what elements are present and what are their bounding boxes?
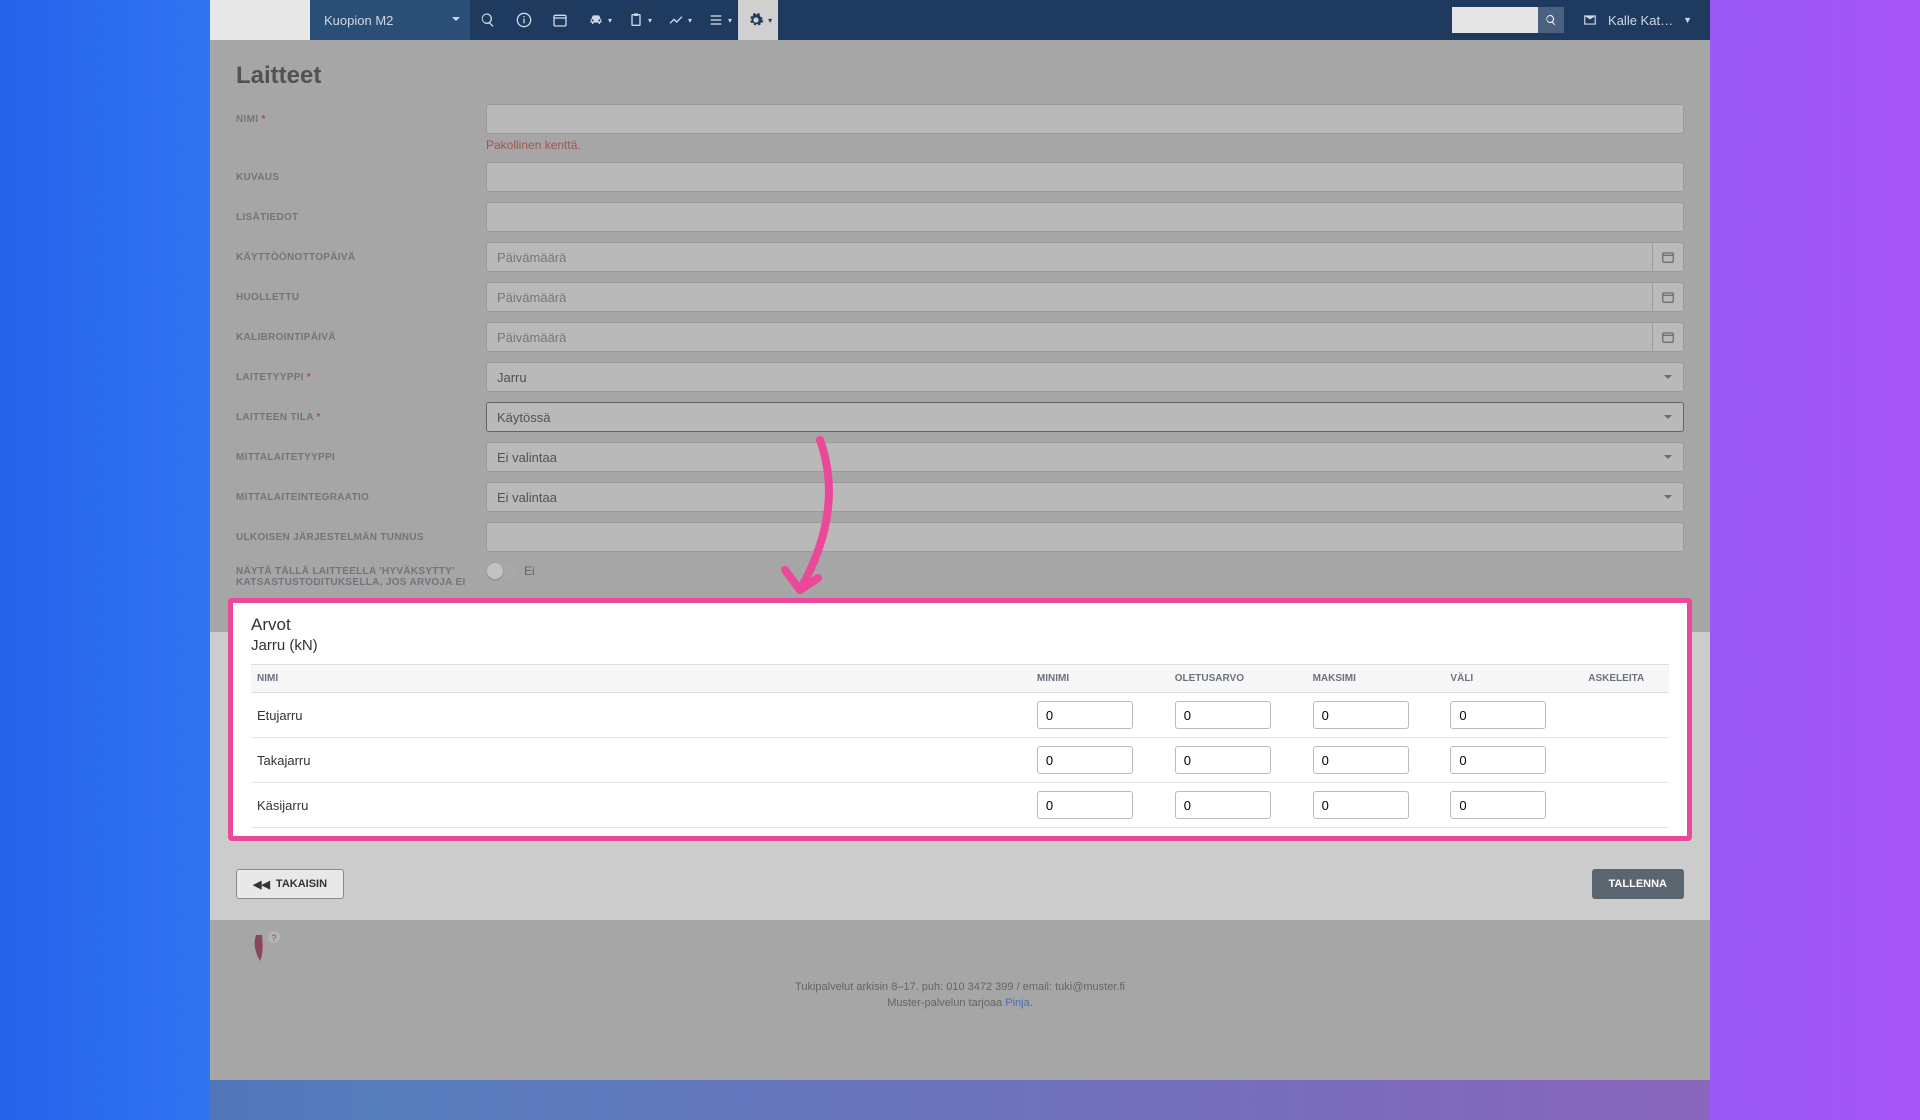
back-arrow-icon: ◀◀ (253, 878, 270, 891)
info-icon[interactable] (506, 0, 542, 40)
nimi-input[interactable] (486, 104, 1684, 134)
table-row: Takajarru (251, 738, 1669, 783)
user-menu[interactable]: Kalle Kat… ▼ (1564, 13, 1710, 28)
min-input[interactable] (1037, 701, 1133, 729)
col-oletus: OLETUSARVO (1169, 665, 1307, 693)
max-input[interactable] (1313, 746, 1409, 774)
row-name: Takajarru (251, 738, 1031, 783)
logo-placeholder (210, 0, 310, 40)
location-label: Kuopion M2 (324, 13, 393, 28)
col-vali: VÄLI (1444, 665, 1582, 693)
calendar-icon (1661, 290, 1675, 304)
default-input[interactable] (1175, 746, 1271, 774)
content: Laitteet NIMI * Pakollinen kenttä. KUVAU… (210, 40, 1710, 1031)
col-maksimi: MAKSIMI (1307, 665, 1445, 693)
integraatio-select[interactable]: Ei valintaa (486, 482, 1684, 512)
footer: ? Tukipalvelut arkisin 8–17. puh: 010 34… (236, 927, 1684, 1009)
kayttoonotto-input[interactable] (486, 242, 1653, 272)
label-huollettu: HUOLLETTU (236, 282, 486, 303)
min-input[interactable] (1037, 746, 1133, 774)
calendar-icon (1661, 330, 1675, 344)
label-kalibrointi: KALIBROINTIPÄIVÄ (236, 322, 486, 343)
ulkoinen-input[interactable] (486, 522, 1684, 552)
table-row: Käsijarru (251, 783, 1669, 828)
page-title: Laitteet (236, 62, 1684, 90)
mittatyyppi-select[interactable]: Ei valintaa (486, 442, 1684, 472)
arvot-table: NIMI MINIMI OLETUSARVO MAKSIMI VÄLI ASKE… (251, 664, 1669, 828)
nimi-error: Pakollinen kenttä. (486, 138, 1684, 152)
default-input[interactable] (1175, 791, 1271, 819)
min-input[interactable] (1037, 791, 1133, 819)
label-ulkoinen: ULKOISEN JÄRJESTELMÄN TUNNUS (236, 522, 486, 543)
label-nayta: NÄYTÄ TÄLLÄ LAITTEELLA 'HYVÄKSYTTY' KATS… (236, 562, 486, 588)
calendar-icon (1661, 250, 1675, 264)
calendar-icon[interactable] (542, 0, 578, 40)
topbar-search-input[interactable] (1452, 7, 1538, 33)
max-input[interactable] (1313, 701, 1409, 729)
label-mittatyyppi: MITTALAITETYYPPI (236, 442, 486, 463)
topbar: Kuopion M2 ▾ ▾ ▾ ▾ ▾ Kalle Kat… ▼ (210, 0, 1710, 40)
label-integraatio: MITTALAITEINTEGRAATIO (236, 482, 486, 503)
arvot-subtitle: Jarru (kN) (251, 637, 1669, 654)
svg-text:?: ? (271, 933, 276, 943)
footer-line1: Tukipalvelut arkisin 8–17. puh: 010 3472… (795, 981, 1125, 993)
row-name: Käsijarru (251, 783, 1031, 828)
label-kayttoonotto: KÄYTTÖÖNOTTOPÄIVÄ (236, 242, 486, 263)
label-laitetyyppi: LAITETYYPPI (236, 372, 304, 383)
toggle-label: Ei (524, 564, 535, 578)
lisatiedot-input[interactable] (486, 202, 1684, 232)
search-icon[interactable] (470, 0, 506, 40)
location-select[interactable]: Kuopion M2 (310, 0, 470, 40)
footer-link[interactable]: Pinja (1005, 997, 1029, 1009)
huollettu-input[interactable] (486, 282, 1653, 312)
kalibrointi-date-button[interactable] (1653, 322, 1684, 352)
arvot-box: Arvot Jarru (kN) NIMI MINIMI OLETUSARVO … (228, 598, 1692, 841)
arvot-title: Arvot (251, 615, 1669, 635)
footer-line2: Muster-palvelun tarjoaa Pinja. (887, 997, 1033, 1009)
user-name: Kalle Kat… (1608, 13, 1673, 28)
label-lisatiedot: LISÄTIEDOT (236, 202, 486, 223)
kalibrointi-input[interactable] (486, 322, 1653, 352)
app-frame: Kuopion M2 ▾ ▾ ▾ ▾ ▾ Kalle Kat… ▼ Laitte… (210, 0, 1710, 1080)
save-button[interactable]: TALLENNA (1592, 869, 1684, 899)
kayttoonotto-date-button[interactable] (1653, 242, 1684, 272)
label-kuvaus: KUVAUS (236, 162, 486, 183)
col-nimi: NIMI (251, 665, 1031, 693)
label-tila: LAITTEEN TILA (236, 412, 313, 423)
footer-logo: ? (246, 927, 286, 967)
label-nimi: NIMI (236, 114, 258, 125)
topbar-search-button[interactable] (1538, 7, 1564, 33)
kuvaus-input[interactable] (486, 162, 1684, 192)
gap-input[interactable] (1450, 701, 1546, 729)
default-input[interactable] (1175, 701, 1271, 729)
gap-input[interactable] (1450, 746, 1546, 774)
max-input[interactable] (1313, 791, 1409, 819)
huollettu-date-button[interactable] (1653, 282, 1684, 312)
gap-input[interactable] (1450, 791, 1546, 819)
col-minimi: MINIMI (1031, 665, 1169, 693)
table-row: Etujarru (251, 693, 1669, 738)
laitetyyppi-select[interactable]: Jarru (486, 362, 1684, 392)
nayta-toggle[interactable] (486, 562, 516, 580)
search-box (1452, 7, 1564, 33)
tila-select[interactable]: Käytössä (486, 402, 1684, 432)
row-name: Etujarru (251, 693, 1031, 738)
mail-icon (1582, 13, 1598, 27)
col-askeleita: ASKELEITA (1582, 665, 1669, 693)
back-button[interactable]: ◀◀ TAKAISIN (236, 869, 344, 899)
